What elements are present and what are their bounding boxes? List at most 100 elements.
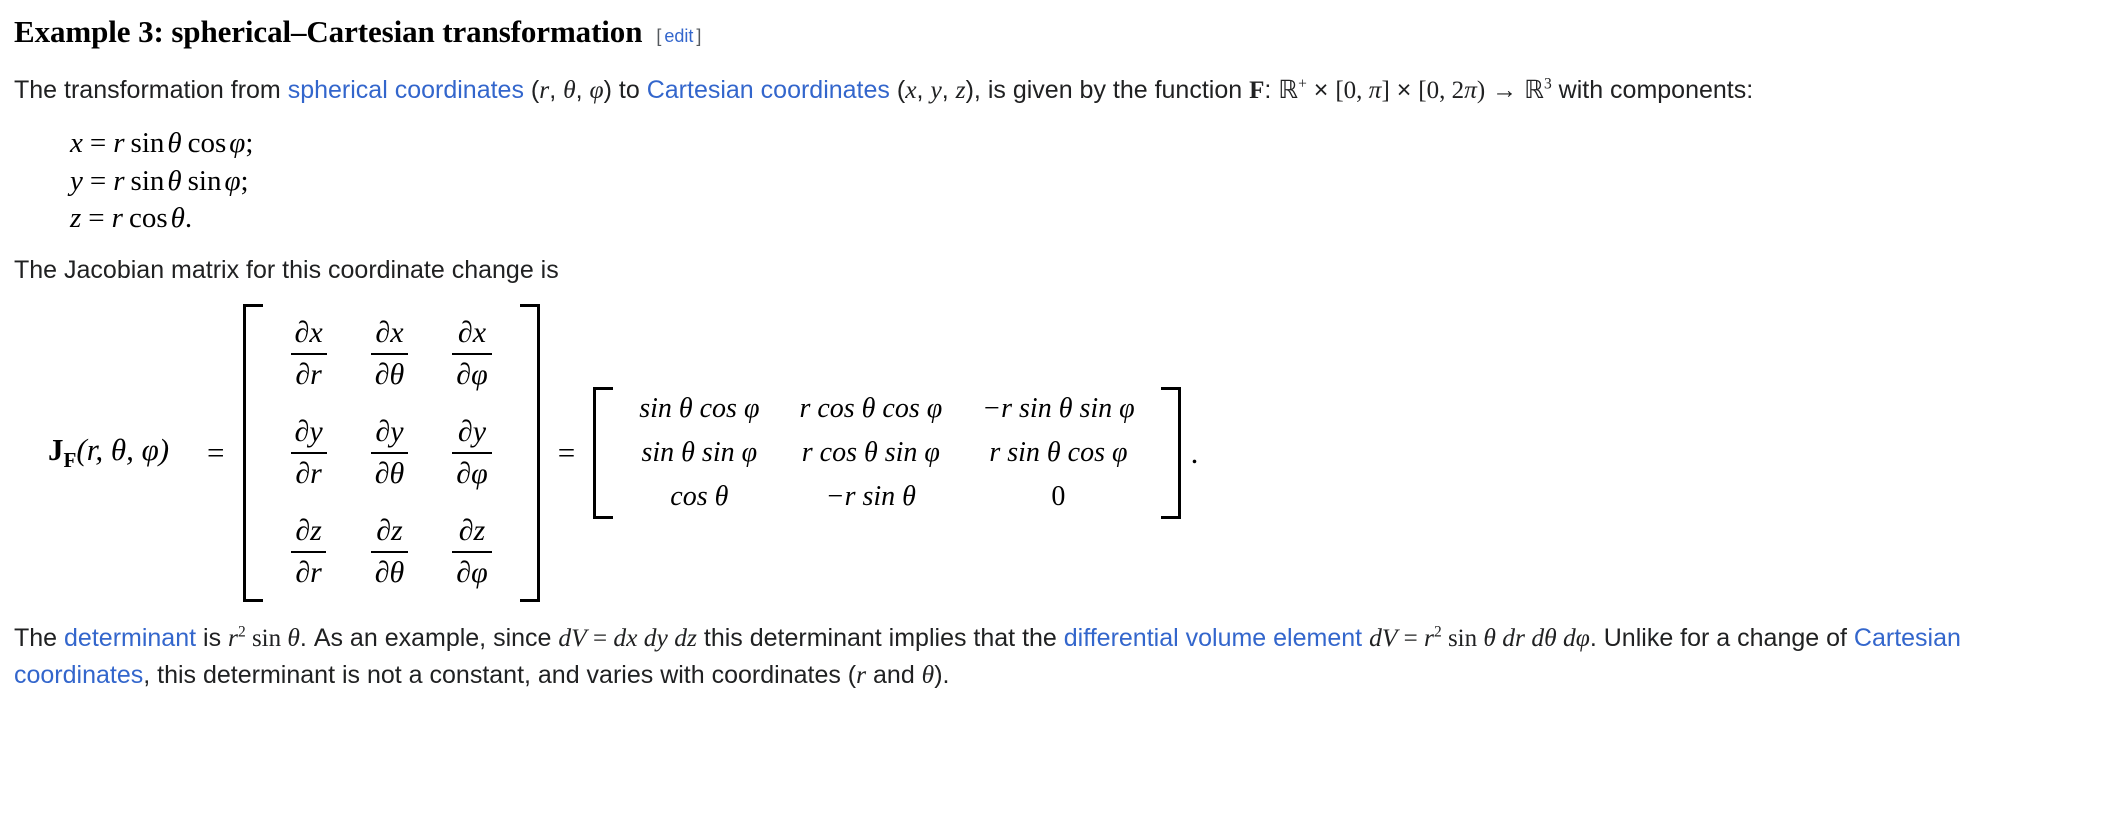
article-section: Example 3: spherical–Cartesian transform… xyxy=(0,0,2122,693)
var-theta: θ xyxy=(563,75,576,104)
dx-symbol: dx xyxy=(613,622,638,652)
domain-reals: ℝ xyxy=(1278,77,1299,104)
sep-2: , xyxy=(575,76,590,104)
cell-dx-dtheta: ∂x ∂θ xyxy=(349,304,431,403)
trig-cell-r1c2: r sin θ cos φ xyxy=(989,436,1128,468)
equation-z-arg1: θ xyxy=(170,202,185,235)
component-equations: x = r sin θ cos φ; y = r sin θ sin φ; z = r cos θ. xyxy=(70,125,2096,238)
equation-x-func2: cos xyxy=(187,127,227,159)
link-cartesian-coordinates[interactable]: Cartesian coordinates xyxy=(647,76,890,104)
dV-symbol: dV xyxy=(558,622,587,652)
closing-paragraph: The determinant is r2 sin θ. As an examp… xyxy=(14,620,2074,694)
partial-derivative-grid: ∂x ∂r ∂x ∂θ ∂x ∂φ ∂y ∂r ∂y ∂θ ∂y ∂φ ∂z ∂r ∂z ∂θ … xyxy=(269,304,514,602)
section-heading-row: Example 3: spherical–Cartesian transform… xyxy=(14,14,2096,50)
jacobian-symbol-J: J xyxy=(48,432,64,468)
edit-section-control: [edit] xyxy=(656,26,701,47)
intro-text-3: ) to xyxy=(603,76,647,104)
equation-z-equals: = xyxy=(88,202,105,235)
matrix-bracket-right xyxy=(519,304,540,602)
equation-z: z = r cos θ. xyxy=(70,200,2096,238)
domain-interval-1-close: ] xyxy=(1381,77,1390,104)
cell-dz-dtheta: ∂z ∂θ xyxy=(349,502,431,601)
table-row: sin θ cos φ r cos θ cos φ −r sin θ sin φ xyxy=(619,387,1154,431)
dy-symbol: dy xyxy=(637,622,668,652)
intro-text-6: : xyxy=(1264,76,1279,104)
trig-cell-r2c1: −r sin θ xyxy=(825,480,916,512)
link-spherical-coordinates[interactable]: spherical coordinates xyxy=(288,76,524,104)
sep-1: , xyxy=(549,76,564,104)
det-r: r xyxy=(228,622,238,652)
equation-x-terminator: ; xyxy=(245,127,254,159)
intro-paragraph: The transformation from spherical coordi… xyxy=(14,72,2074,109)
table-row: ∂x ∂r ∂x ∂θ ∂x ∂φ xyxy=(269,304,514,403)
var-y: y xyxy=(930,75,942,104)
var-x: x xyxy=(905,75,917,104)
equation-y-func2: sin xyxy=(187,164,222,197)
trig-cell-r2c0: cos θ xyxy=(670,480,729,512)
cell-dy-dphi: ∂y ∂φ xyxy=(430,403,513,502)
link-determinant[interactable]: determinant xyxy=(64,624,196,652)
dtheta-symbol: dθ xyxy=(1524,622,1557,652)
dve-r: r xyxy=(1424,622,1434,652)
trig-result-matrix: sin θ cos φ r cos θ cos φ −r sin θ sin φ… xyxy=(593,386,1181,519)
cell-dy-dtheta: ∂y ∂θ xyxy=(349,403,431,502)
trig-cell-r0c0: sin θ cos φ xyxy=(639,392,760,424)
intro-text-2: ( xyxy=(523,76,540,104)
equation-z-func1: cos xyxy=(128,202,168,235)
cell-dy-dr: ∂y ∂r xyxy=(269,403,349,502)
table-row: ∂z ∂r ∂z ∂θ ∂z ∂φ xyxy=(269,502,514,601)
table-row: ∂y ∂r ∂y ∂θ ∂y ∂φ xyxy=(269,403,514,502)
closing-var-theta: θ xyxy=(921,659,935,689)
link-differential-volume-element[interactable]: differential volume element xyxy=(1064,624,1362,652)
trig-cell-r1c0: sin θ sin φ xyxy=(641,436,758,468)
equation-x: x = r sin θ cos φ; xyxy=(70,125,2096,163)
matrix-bracket-left xyxy=(242,304,263,602)
jacobian-subscript-F: F xyxy=(63,448,77,473)
dve-theta: θ xyxy=(1483,622,1496,652)
codomain-reals: ℝ xyxy=(1524,77,1544,104)
domain-pi-2: π xyxy=(1464,75,1477,104)
page-title: Example 3: spherical–Cartesian transform… xyxy=(14,14,643,49)
intro-text-7: with components: xyxy=(1551,76,1754,104)
domain-times-2: × xyxy=(1389,76,1419,104)
equation-y-lhs: y xyxy=(70,164,83,197)
dV2-equals: = xyxy=(1397,624,1424,652)
dphi-symbol: dφ xyxy=(1556,622,1590,652)
jacobian-equation-display: JF(r, θ, φ) = ∂x ∂r ∂x ∂θ ∂x ∂φ ∂y ∂r ∂y ∂θ ∂… xyxy=(14,304,2096,602)
closing-text-8: and xyxy=(866,660,922,689)
intro-text-4: ( xyxy=(889,76,906,104)
closing-text-9: ). xyxy=(934,660,950,689)
intro-text-5: ), is given by the function xyxy=(965,76,1250,104)
equation-x-lhs: x xyxy=(70,127,83,159)
jacobian-arguments: (r, θ, φ) xyxy=(76,432,170,468)
var-phi: φ xyxy=(589,75,604,104)
domain-pi-1: π xyxy=(1368,75,1382,104)
equation-x-arg1: θ xyxy=(167,127,182,159)
trig-bracket-left xyxy=(593,386,614,519)
equation-y-equals: = xyxy=(89,164,107,197)
edit-section-link[interactable]: edit xyxy=(661,26,696,46)
cell-dz-dr: ∂z ∂r xyxy=(269,502,349,601)
domain-times-1: × xyxy=(1306,76,1336,104)
table-row: cos θ −r sin θ 0 xyxy=(619,475,1154,519)
trig-cell-r0c1: r cos θ cos φ xyxy=(799,392,943,424)
table-row: sin θ sin φ r cos θ sin φ r sin θ cos φ xyxy=(619,431,1154,475)
domain-interval-1-open: [0, xyxy=(1335,77,1369,104)
trig-cell-r2c2: 0 xyxy=(1051,480,1066,512)
equation-x-coef: r xyxy=(113,127,125,159)
equation-z-lhs: z xyxy=(70,202,82,235)
closing-var-r: r xyxy=(856,659,867,689)
sep-4: , xyxy=(941,76,956,104)
closing-text-3: . As an example, since xyxy=(299,623,559,652)
equation-y: y = r sin θ sin φ; xyxy=(70,163,2096,201)
equation-x-arg2: φ xyxy=(229,127,246,159)
dV2-symbol: dV xyxy=(1369,622,1398,652)
dV-equals: = xyxy=(586,624,614,652)
equation-y-arg2: φ xyxy=(224,164,241,197)
equation-y-arg1: θ xyxy=(167,164,182,197)
var-r: r xyxy=(539,75,550,104)
trig-cell-r0c2: −r sin θ sin φ xyxy=(982,392,1135,424)
cell-dx-dphi: ∂x ∂φ xyxy=(430,304,513,403)
equation-z-coef: r xyxy=(111,202,123,235)
var-z: z xyxy=(955,75,966,104)
